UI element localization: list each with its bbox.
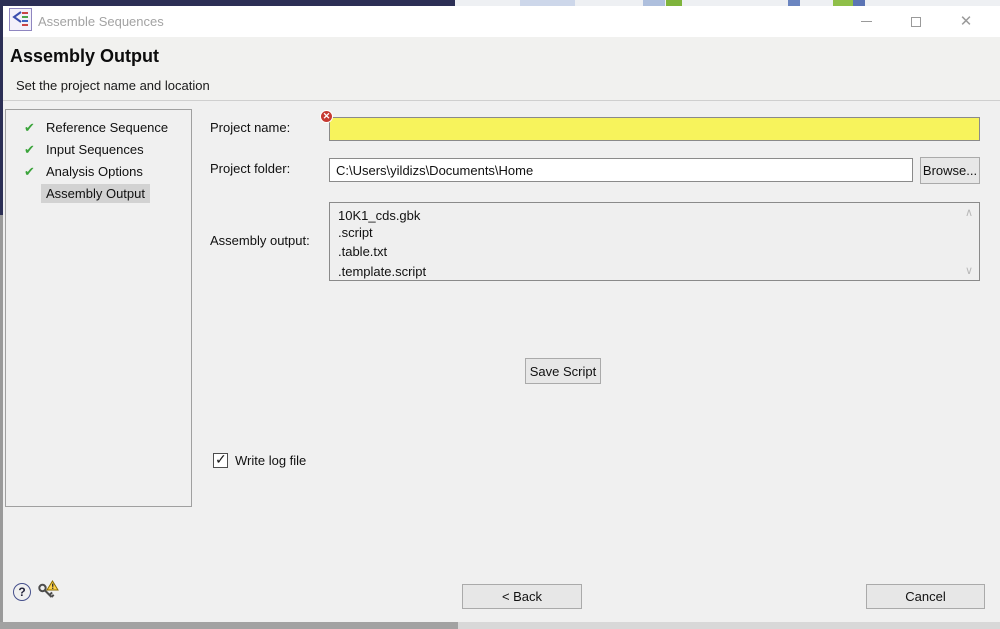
project-folder-label: Project folder: <box>210 161 291 176</box>
minimize-icon <box>860 21 872 22</box>
close-button[interactable]: ✕ <box>949 6 983 37</box>
screen: Assemble Sequences ✕ Assembly Output Set… <box>0 0 1000 629</box>
title-bar[interactable]: Assemble Sequences ✕ <box>3 6 1000 37</box>
list-item[interactable]: .table.txt <box>330 242 979 262</box>
browse-button[interactable]: Browse... <box>920 157 980 184</box>
cancel-button[interactable]: Cancel <box>866 584 985 609</box>
list-item[interactable]: .script <box>330 223 979 243</box>
page-title: Assembly Output <box>10 46 160 66</box>
check-icon: ✔ <box>24 120 35 135</box>
project-folder-input[interactable] <box>329 158 913 182</box>
step-label: Assembly Output <box>41 184 150 203</box>
project-name-input[interactable] <box>329 117 980 141</box>
check-icon: ✔ <box>24 164 35 179</box>
assemble-sequences-dialog: Assemble Sequences ✕ Assembly Output Set… <box>3 6 1000 622</box>
write-log-checkbox[interactable]: ✓ <box>213 451 228 468</box>
save-script-button[interactable]: Save Script <box>525 358 601 384</box>
help-button[interactable]: ? <box>13 583 31 601</box>
scroll-up-icon[interactable]: ∧ <box>962 206 976 220</box>
write-log-label: Write log file <box>235 453 307 468</box>
app-icon <box>9 8 32 31</box>
background-bottom-edge <box>458 622 1000 629</box>
back-button[interactable]: < Back <box>462 584 582 609</box>
key-warning-icon[interactable] <box>37 580 59 601</box>
error-icon: ✕ <box>320 110 333 123</box>
wizard-steps-panel: ✔ Reference Sequence ✔ Input Sequences ✔ An… <box>5 109 192 507</box>
step-item-assembly-output[interactable]: ✔Assembly Output <box>6 183 191 205</box>
step-label: Analysis Options <box>46 164 143 179</box>
page-subtitle: Set the project name and location <box>16 78 210 93</box>
list-item[interactable]: 10K1_cds.gbk <box>330 203 979 223</box>
step-label: Input Sequences <box>46 142 144 157</box>
wizard-header: Assembly Output Set the project name and… <box>3 37 1000 101</box>
maximize-button[interactable] <box>899 6 933 37</box>
maximize-icon <box>911 16 921 27</box>
window-title: Assemble Sequences <box>38 14 164 29</box>
close-icon: ✕ <box>959 13 973 30</box>
step-item-reference-sequence[interactable]: ✔ Reference Sequence <box>6 117 191 139</box>
project-name-label: Project name: <box>210 120 291 135</box>
minimize-button[interactable] <box>849 6 883 37</box>
scroll-down-icon[interactable]: ∨ <box>962 264 976 278</box>
background-bottom-edge <box>0 622 458 629</box>
check-icon: ✔ <box>24 142 35 157</box>
checkbox-check-icon: ✓ <box>215 451 227 467</box>
step-label: Reference Sequence <box>46 120 169 135</box>
step-item-analysis-options[interactable]: ✔ Analysis Options <box>6 161 191 183</box>
step-item-input-sequences[interactable]: ✔ Input Sequences <box>6 139 191 161</box>
assembly-output-list[interactable]: 10K1_cds.gbk .script .table.txt .templat… <box>329 202 980 281</box>
list-item[interactable]: .template.script <box>330 262 979 281</box>
assembly-output-label: Assembly output: <box>210 233 310 248</box>
